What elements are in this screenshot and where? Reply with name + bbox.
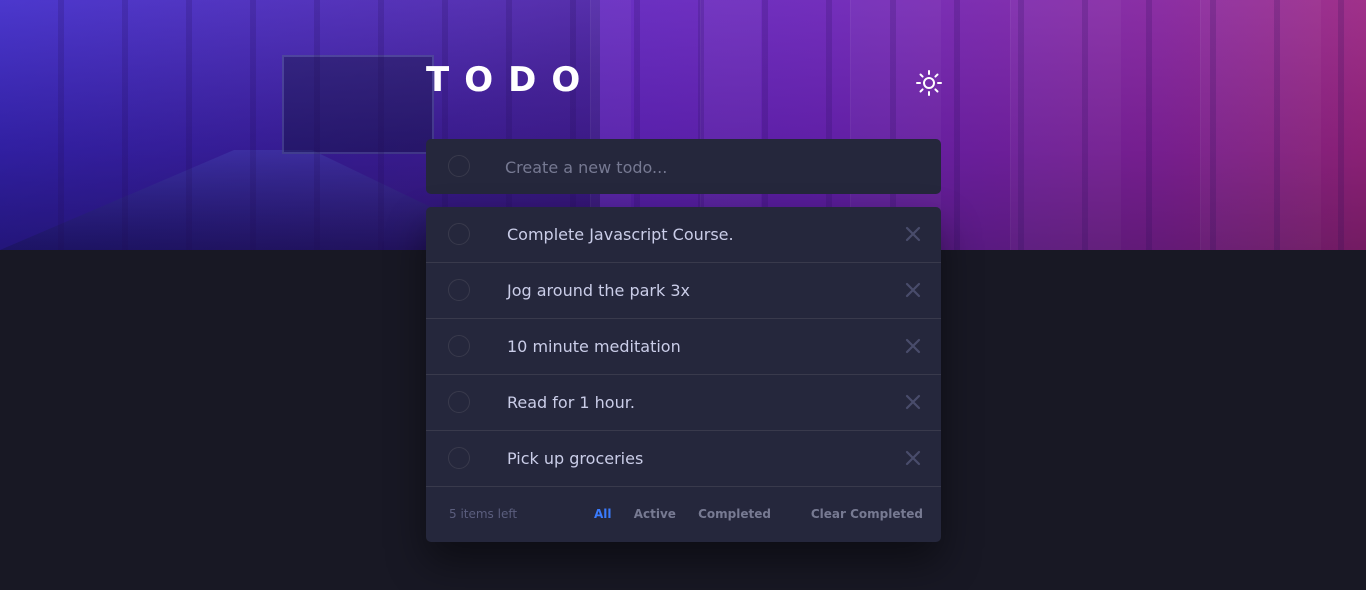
close-icon[interactable] (904, 337, 922, 355)
close-icon[interactable] (904, 393, 922, 411)
todo-item: 10 minute meditation (426, 319, 941, 375)
todo-text[interactable]: Complete Javascript Course. (507, 207, 734, 262)
todo-item: Complete Javascript Course. (426, 207, 941, 263)
app-title: TODO (426, 60, 596, 100)
filter-completed[interactable]: Completed (698, 507, 771, 521)
todo-text[interactable]: Read for 1 hour. (507, 375, 635, 430)
todo-footer: 5 items left All Active Completed Clear … (426, 487, 941, 542)
new-todo-input[interactable] (503, 139, 927, 196)
todo-check-circle[interactable] (448, 335, 470, 357)
close-icon[interactable] (904, 281, 922, 299)
todo-check-circle[interactable] (448, 279, 470, 301)
todo-list: Complete Javascript Course. Jog around t… (426, 207, 941, 542)
todo-item: Read for 1 hour. (426, 375, 941, 431)
todo-item: Pick up groceries (426, 431, 941, 487)
items-left-count: 5 items left (449, 507, 518, 521)
filter-group: All Active Completed (594, 487, 789, 542)
todo-text[interactable]: Pick up groceries (507, 431, 643, 486)
theme-toggle-button[interactable] (914, 68, 944, 98)
clear-completed-button[interactable]: Clear Completed (811, 487, 923, 542)
todo-item: Jog around the park 3x (426, 263, 941, 319)
filter-active[interactable]: Active (634, 507, 676, 521)
todo-check-circle[interactable] (448, 223, 470, 245)
sun-icon (916, 70, 942, 96)
todo-text[interactable]: Jog around the park 3x (507, 263, 690, 318)
new-todo-row (426, 139, 941, 196)
new-todo-check-circle[interactable] (448, 155, 470, 177)
todo-text[interactable]: 10 minute meditation (507, 319, 681, 374)
todo-check-circle[interactable] (448, 447, 470, 469)
todo-check-circle[interactable] (448, 391, 470, 413)
close-icon[interactable] (904, 225, 922, 243)
close-icon[interactable] (904, 449, 922, 467)
filter-all[interactable]: All (594, 507, 612, 521)
